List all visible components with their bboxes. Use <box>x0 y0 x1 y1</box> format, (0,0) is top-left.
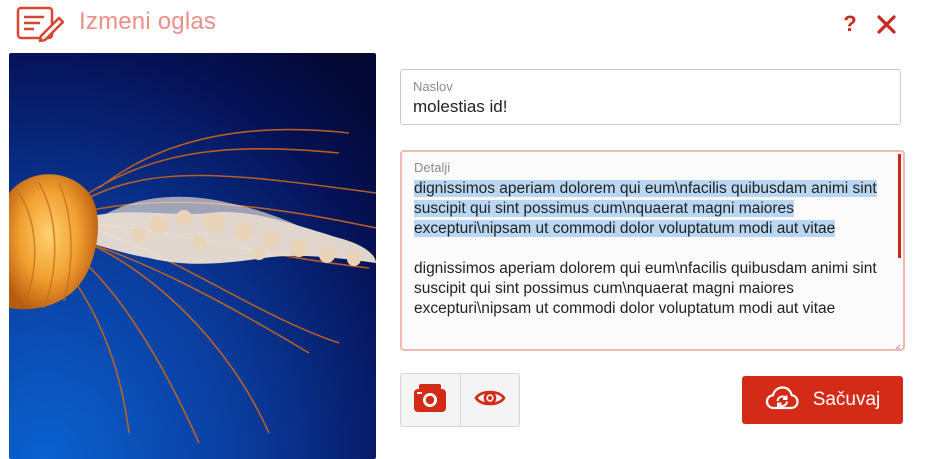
cloud-sync-icon <box>765 385 799 416</box>
save-button[interactable]: Sačuvaj <box>742 376 903 424</box>
ad-image[interactable] <box>9 53 376 459</box>
preview-button[interactable] <box>459 374 520 426</box>
help-button[interactable]: ? <box>838 10 862 38</box>
title-input[interactable] <box>413 97 883 117</box>
title-field-label: Naslov <box>413 79 453 94</box>
jellyfish-image <box>9 53 376 459</box>
details-paragraph: dignissimos aperiam dolorem qui eum\nfac… <box>414 260 877 317</box>
save-button-label: Sačuvaj <box>812 389 881 410</box>
eye-icon <box>474 387 506 414</box>
media-toolbar <box>400 373 520 427</box>
camera-button[interactable] <box>401 374 460 426</box>
selected-text: dignissimos aperiam dolorem qui eum\nfac… <box>414 180 877 237</box>
details-text[interactable]: dignissimos aperiam dolorem qui eum\nfac… <box>414 179 892 339</box>
camera-icon <box>413 383 447 418</box>
scrollbar-thumb[interactable] <box>898 154 901 258</box>
close-icon[interactable] <box>874 10 900 38</box>
resize-grip-icon[interactable] <box>893 339 901 349</box>
details-textarea[interactable]: Detalji dignissimos aperiam dolorem qui … <box>400 150 905 351</box>
title-field[interactable]: Naslov <box>400 69 901 125</box>
details-paragraph: dignissimos aperiam dolorem qui eum\nfac… <box>414 179 892 239</box>
edit-note-icon <box>16 6 65 43</box>
dialog-title: Izmeni oglas <box>79 8 217 35</box>
edit-ad-dialog: Izmeni oglas ? Naslov molestias id! Deta… <box>0 0 927 459</box>
details-field-label: Detalji <box>414 160 451 175</box>
